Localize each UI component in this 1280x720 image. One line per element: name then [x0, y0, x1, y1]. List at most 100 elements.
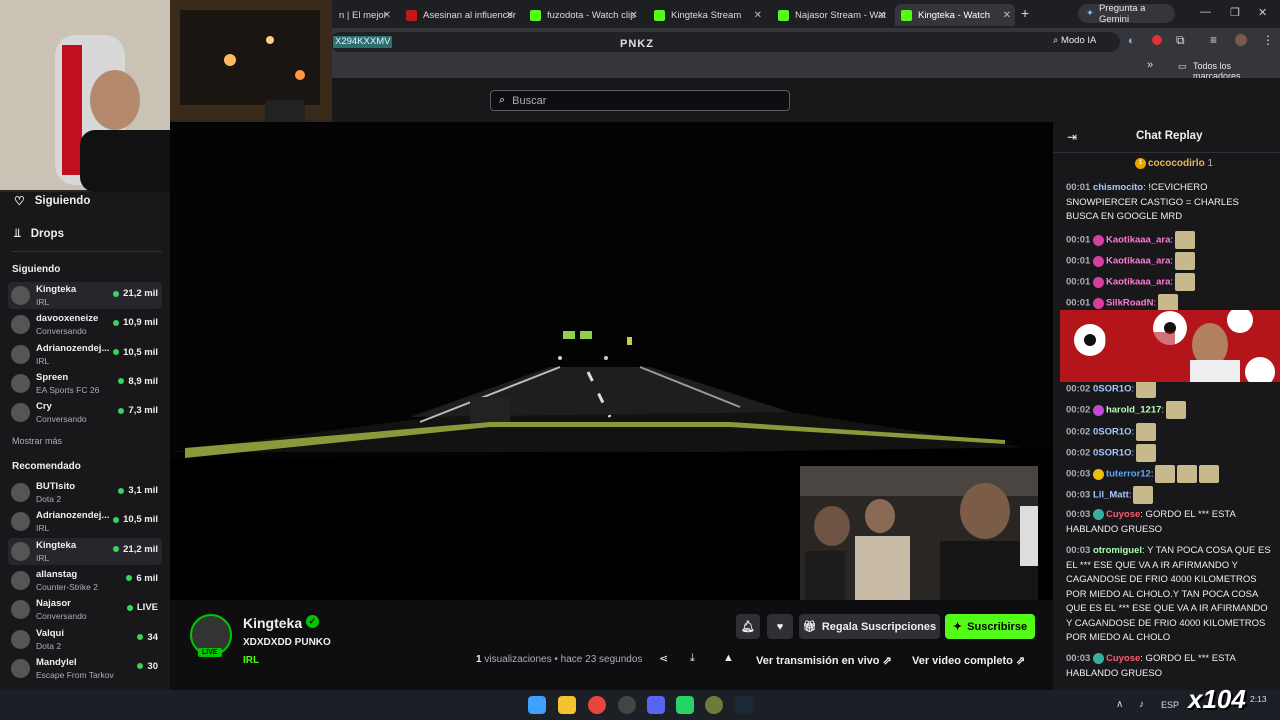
- chat-username[interactable]: 0SOR1O: [1093, 384, 1132, 395]
- top-gifter[interactable]: 1 cococodirlo 1: [1135, 158, 1213, 169]
- gift-subs-button[interactable]: 🎁︎ Regala Suscripciones: [799, 614, 940, 639]
- chat-username[interactable]: 0SOR1O: [1093, 427, 1132, 438]
- file-explorer-icon[interactable]: [558, 696, 576, 714]
- chat-topbar: [1053, 78, 1280, 122]
- sidebar-channel[interactable]: Kingteka IRL 21,2 mil: [8, 537, 162, 565]
- promo-banner[interactable]: [1060, 310, 1280, 382]
- report-icon[interactable]: ▲: [723, 652, 734, 664]
- browser-tab[interactable]: n | El mejor ✕: [333, 4, 395, 26]
- url-field[interactable]: [330, 32, 1120, 52]
- puzzle-icon[interactable]: ⧉: [1176, 33, 1185, 48]
- sidebar-channel[interactable]: davooxeneize Conversando 10,9 mil: [8, 311, 162, 338]
- emote-icon: [1175, 231, 1196, 249]
- download-icon[interactable]: ⤓: [690, 652, 695, 665]
- chat-username[interactable]: Kaotikaaa_ara: [1106, 235, 1170, 246]
- close-icon[interactable]: ✕: [1003, 10, 1011, 21]
- chat-username[interactable]: Lil_Matt: [1093, 490, 1129, 501]
- windows-start-icon[interactable]: [528, 696, 546, 714]
- sidebar-channel[interactable]: Spreen EA Sports FC 26 8,9 mil: [8, 370, 162, 397]
- chevron-right-icon[interactable]: »: [1147, 59, 1153, 71]
- chrome-icon[interactable]: [588, 696, 606, 714]
- sidebar-channel[interactable]: allanstag Counter-Strike 2 6 mil: [8, 567, 162, 594]
- chat-username[interactable]: Kaotikaaa_ara: [1106, 256, 1170, 267]
- follow-button[interactable]: ♥: [767, 614, 793, 639]
- close-icon[interactable]: ✕: [630, 10, 638, 21]
- notification-bell-button[interactable]: 🔔︎: [736, 614, 760, 639]
- chat-message: 00:01 Kaotikaaa_ara:: [1066, 231, 1271, 249]
- chat-username[interactable]: Kaotikaaa_ara: [1106, 277, 1170, 288]
- sidebar-channel[interactable]: Najasor Conversando LIVE: [8, 596, 162, 623]
- chat-timestamp: 00:03: [1066, 509, 1091, 520]
- browser-tab[interactable]: Asesinan al influencer ✕: [400, 4, 518, 26]
- stream-category[interactable]: IRL: [243, 655, 259, 666]
- microphone-icon[interactable]: ♪: [1139, 699, 1144, 710]
- emote-icon: [1175, 273, 1196, 291]
- new-tab-icon[interactable]: +: [1021, 5, 1029, 21]
- clock[interactable]: 2:13: [1250, 694, 1267, 704]
- close-icon[interactable]: ✕: [878, 10, 886, 21]
- chat-timestamp: 00:01: [1066, 182, 1091, 193]
- url-text[interactable]: X294KXXMV: [333, 36, 393, 48]
- chat-username[interactable]: chismocito: [1093, 182, 1143, 193]
- folder-icon: ▭: [1178, 61, 1187, 71]
- app-icon[interactable]: [705, 696, 723, 714]
- discord-icon[interactable]: [647, 696, 665, 714]
- show-more-link[interactable]: Mostrar más: [12, 436, 62, 446]
- chat-username[interactable]: Cuyose: [1106, 653, 1140, 664]
- gemini-button[interactable]: ✦ Pregunta a Gemini: [1078, 3, 1175, 25]
- emote-icon: [1155, 465, 1176, 483]
- streamer-name[interactable]: Kingteka: [243, 615, 302, 631]
- collapse-chat-icon[interactable]: ⇥: [1067, 130, 1077, 144]
- sidebar-channel[interactable]: BUTIsito Dota 2 3,1 mil: [8, 479, 162, 506]
- share-icon[interactable]: ⋖: [659, 652, 668, 665]
- chat-username[interactable]: SilkRoadN: [1106, 298, 1154, 309]
- kebab-menu-icon[interactable]: ⋮: [1262, 33, 1274, 47]
- subscribe-button[interactable]: ✦ Suscribirse: [945, 614, 1035, 639]
- chat-username[interactable]: 0SOR1O: [1093, 448, 1132, 459]
- sidebar-channel[interactable]: Kingteka IRL 21,2 mil: [8, 282, 162, 309]
- steam-icon[interactable]: [735, 696, 753, 714]
- language-indicator[interactable]: ESP: [1161, 700, 1179, 710]
- profile-avatar[interactable]: [1235, 34, 1247, 46]
- browser-tab[interactable]: fuzodota - Watch clip ✕: [524, 4, 642, 26]
- sidebar-channel[interactable]: Mandylel Escape From Tarkov 30: [8, 655, 162, 682]
- close-icon[interactable]: ✕: [383, 10, 391, 21]
- browser-tab-active[interactable]: Kingteka - Watch ✕: [895, 4, 1015, 26]
- modo-ia-button[interactable]: ⌕ Modo IA: [1053, 35, 1096, 46]
- search-input[interactable]: ⌕ Buscar: [490, 90, 790, 111]
- playlist-icon[interactable]: ≡: [1210, 33, 1217, 47]
- maximize-icon[interactable]: ❐: [1230, 6, 1240, 19]
- sidebar-channel[interactable]: Cry Conversando 7,3 mil: [8, 399, 162, 426]
- nav-label: Siguiendo: [34, 195, 91, 207]
- whatsapp-icon[interactable]: [676, 696, 694, 714]
- sidebar-channel[interactable]: Valqui Dota 2 34: [8, 626, 162, 653]
- nav-following[interactable]: ♡ Siguiendo: [14, 194, 90, 208]
- nav-drops[interactable]: ⫫ Drops: [14, 226, 64, 241]
- close-icon[interactable]: ✕: [754, 10, 762, 21]
- chat-username[interactable]: harold_1217: [1106, 405, 1161, 416]
- modo-ia-label: Modo IA: [1060, 35, 1097, 46]
- full-video-link[interactable]: Ver video completo ⇗: [912, 654, 1025, 667]
- window-close-icon[interactable]: ✕: [1258, 6, 1267, 19]
- chat-username[interactable]: otromiguel: [1093, 545, 1142, 556]
- viewer-count-text: 10,9 mil: [123, 317, 158, 329]
- chevron-up-icon[interactable]: ∧: [1116, 699, 1123, 710]
- sidebar-channel[interactable]: Adrianozendej... IRL 10,5 mil: [8, 508, 162, 535]
- browser-tab[interactable]: Najasor Stream - Wat ✕: [772, 4, 890, 26]
- extension-icon[interactable]: ◐: [1128, 35, 1135, 47]
- chat-username[interactable]: Cuyose: [1106, 509, 1140, 520]
- live-dot-icon: [113, 546, 120, 553]
- chat-text: :: [1131, 383, 1135, 395]
- obs-icon[interactable]: [618, 696, 636, 714]
- viewer-count: 10,9 mil: [113, 317, 158, 328]
- close-icon[interactable]: ✕: [506, 10, 514, 21]
- chat-username[interactable]: tuterror12: [1106, 469, 1151, 480]
- chat-timestamp: 00:03: [1066, 489, 1091, 501]
- watch-live-link[interactable]: Ver transmisión en vivo ⇗: [756, 654, 892, 667]
- minimize-icon[interactable]: —: [1200, 6, 1211, 18]
- live-dot-icon: [126, 604, 133, 611]
- browser-tab[interactable]: Kingteka Stream ✕: [648, 4, 766, 26]
- extension-icon[interactable]: [1152, 35, 1162, 45]
- sidebar-channel[interactable]: Adrianozendej... IRL 10,5 mil: [8, 341, 162, 368]
- channel-name: Adrianozendej...: [36, 510, 110, 522]
